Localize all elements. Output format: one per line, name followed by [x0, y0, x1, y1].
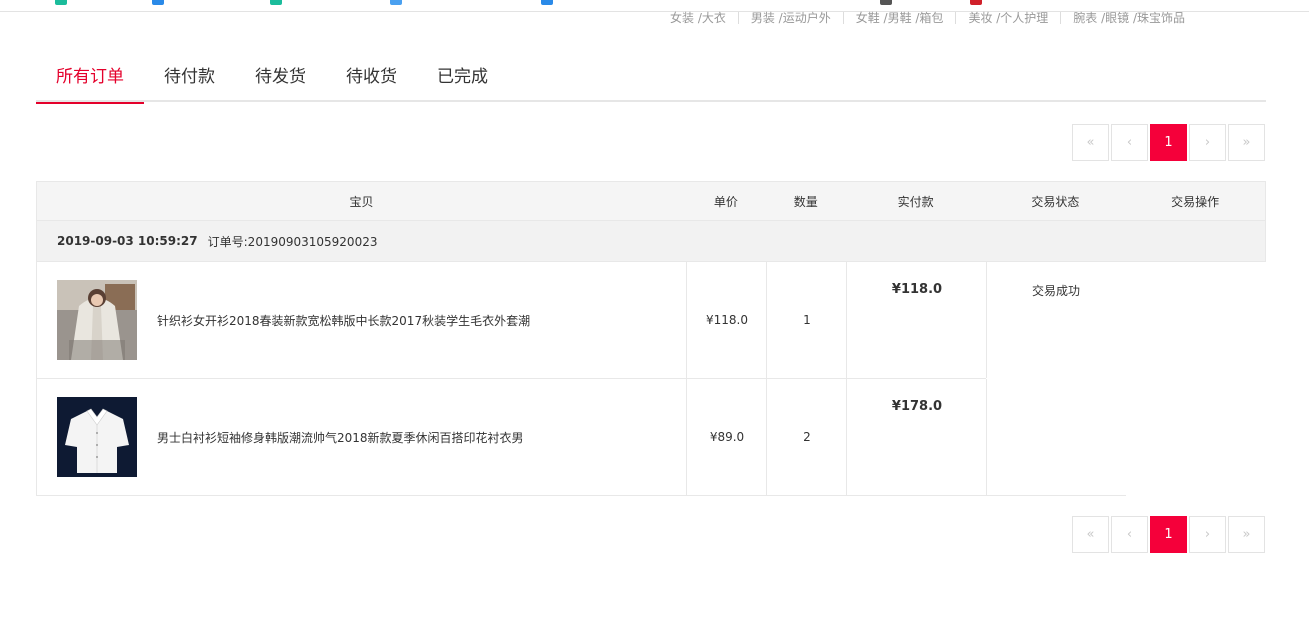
order-body: 针织衫女开衫2018春装新款宽松韩版中长款2017秋装学生毛衣外套潮 ¥118.… [36, 262, 1266, 496]
last-page-button[interactable]: » [1228, 516, 1265, 553]
bookmark-icon[interactable] [970, 0, 982, 5]
bookmark-icon[interactable] [270, 0, 282, 5]
order-item-row: 针织衫女开衫2018春装新款宽松韩版中长款2017秋装学生毛衣外套潮 ¥118.… [36, 262, 987, 379]
unit-price: ¥118.0 [706, 313, 748, 327]
column-header-item: 宝贝 [349, 194, 374, 209]
bookmark-icon[interactable] [880, 0, 892, 5]
tab-pending-payment[interactable]: 待付款 [144, 56, 235, 102]
product-image[interactable] [57, 280, 137, 360]
category-link[interactable]: 女鞋 /男鞋 /箱包 [844, 11, 956, 25]
paid-cell [847, 262, 987, 378]
first-page-button[interactable]: « [1072, 124, 1109, 161]
page-button-current[interactable]: 1 [1150, 516, 1187, 553]
item-cell: 针织衫女开衫2018春装新款宽松韩版中长款2017秋装学生毛衣外套潮 [37, 262, 687, 378]
next-page-button[interactable]: › [1189, 124, 1226, 161]
category-links: 女装 /大衣 男装 /运动户外 女鞋 /男鞋 /箱包 美妆 /个人护理 腕表 /… [670, 10, 1197, 26]
tab-all-orders[interactable]: 所有订单 [36, 56, 144, 104]
pagination-top: « ‹ 1 › » [1072, 124, 1265, 161]
status-cell: 交易成功 [986, 262, 1126, 496]
quantity: 1 [803, 313, 811, 327]
first-page-button[interactable]: « [1072, 516, 1109, 553]
tab-pending-shipment[interactable]: 待发货 [235, 56, 326, 102]
category-link[interactable]: 男装 /运动户外 [739, 11, 843, 25]
quantity: 2 [803, 430, 811, 444]
column-header-qty: 数量 [793, 194, 818, 209]
category-link[interactable]: 女装 /大衣 [670, 11, 738, 25]
amount-paid: ¥178.0 [891, 399, 943, 414]
trade-status: 交易成功 [1031, 284, 1080, 298]
product-name[interactable]: 针织衫女开衫2018春装新款宽松韩版中长款2017秋装学生毛衣外套潮 [157, 312, 530, 329]
order-number: 订单号:20190903105920023 [207, 234, 378, 249]
category-link[interactable]: 腕表 /眼镜 /珠宝饰品 [1061, 11, 1197, 25]
table-header: 宝贝 单价 数量 实付款 交易状态 交易操作 [36, 181, 1266, 221]
order-table: 宝贝 单价 数量 实付款 交易状态 交易操作 2019-09-03 10:59:… [36, 181, 1266, 496]
prev-page-button[interactable]: ‹ [1111, 516, 1148, 553]
order-time: 2019-09-03 10:59:27 [57, 234, 198, 248]
item-cell: 男士白衬衫短袖修身韩版潮流帅气2018新款夏季休闲百搭印花衬衣男 [37, 379, 687, 495]
next-page-button[interactable]: › [1189, 516, 1226, 553]
bookmark-icon[interactable] [541, 0, 553, 5]
bookmark-icon[interactable] [55, 0, 67, 5]
product-image[interactable] [57, 397, 137, 477]
column-header-price: 单价 [713, 194, 738, 209]
tab-pending-receipt[interactable]: 待收货 [326, 56, 417, 102]
amount-paid: ¥118.0 [891, 282, 943, 297]
order-header: 2019-09-03 10:59:27 订单号:2019090310592002… [36, 221, 1266, 262]
bookmark-icon[interactable] [390, 0, 402, 5]
column-header-status: 交易状态 [1031, 194, 1080, 209]
column-header-ops: 交易操作 [1171, 194, 1220, 209]
order-tabs: 所有订单 待付款 待发货 待收货 已完成 [36, 56, 1266, 104]
category-link[interactable]: 美妆 /个人护理 [956, 11, 1060, 25]
product-name[interactable]: 男士白衬衫短袖修身韩版潮流帅气2018新款夏季休闲百搭印花衬衣男 [157, 429, 524, 446]
prev-page-button[interactable]: ‹ [1111, 124, 1148, 161]
last-page-button[interactable]: » [1228, 124, 1265, 161]
unit-price: ¥89.0 [709, 430, 745, 444]
tab-completed[interactable]: 已完成 [417, 56, 508, 102]
page-button-current[interactable]: 1 [1150, 124, 1187, 161]
order-item-row: 男士白衬衫短袖修身韩版潮流帅气2018新款夏季休闲百搭印花衬衣男 ¥89.0 2… [36, 379, 987, 496]
pagination-bottom: « ‹ 1 › » [1072, 516, 1265, 553]
paid-cell [847, 379, 987, 495]
bookmark-icon[interactable] [152, 0, 164, 5]
column-header-paid: 实付款 [897, 194, 934, 209]
